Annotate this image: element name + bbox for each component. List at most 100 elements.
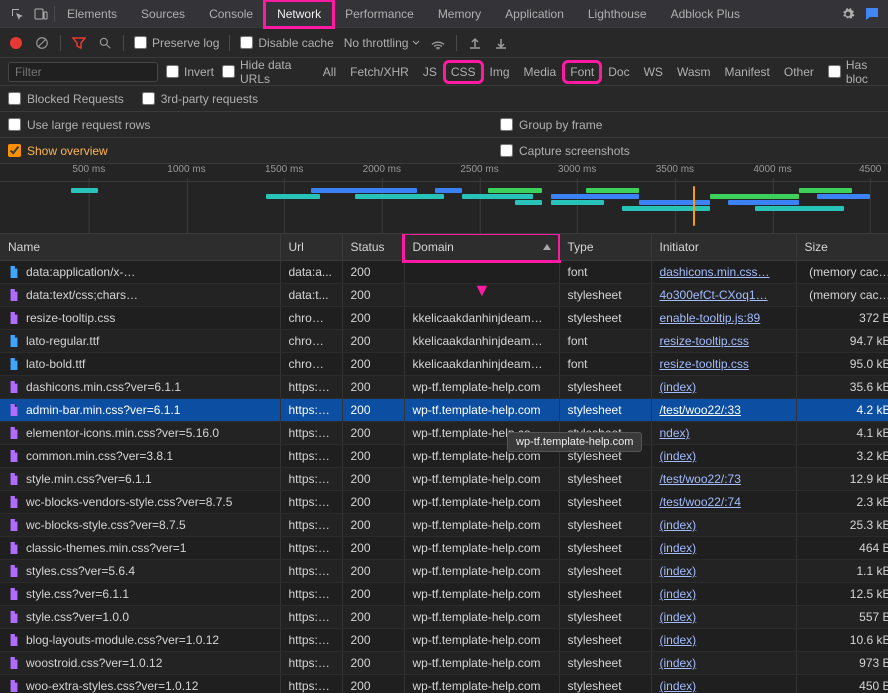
name-cell: wc-blocks-style.css?ver=8.7.5 (8, 518, 272, 532)
type-filter-js[interactable]: JS (417, 62, 443, 82)
initiator-link[interactable]: /test/woo22/:74 (660, 495, 741, 509)
tab-elements[interactable]: Elements (55, 1, 129, 27)
initiator-link[interactable]: (index) (660, 518, 697, 532)
col-type[interactable]: Type (559, 234, 651, 261)
type-filter-media[interactable]: Media (518, 62, 563, 82)
table-row[interactable]: common.min.css?ver=3.8.1https:…200wp-tf.… (0, 445, 888, 468)
type-filter-doc[interactable]: Doc (602, 62, 635, 82)
hide-data-urls-checkbox[interactable]: Hide data URLs (222, 58, 305, 86)
status-cell: 200 (342, 330, 404, 353)
size-cell: 372 B (796, 307, 888, 330)
blocked-requests-checkbox[interactable]: Blocked Requests (8, 92, 124, 106)
tab-application[interactable]: Application (493, 1, 576, 27)
initiator-cell: /test/woo22/:74 (651, 491, 796, 514)
initiator-link[interactable]: /test/woo22/:73 (660, 472, 741, 486)
tab-memory[interactable]: Memory (426, 1, 493, 27)
table-row[interactable]: styles.css?ver=5.6.4https:…200wp-tf.temp… (0, 560, 888, 583)
table-row[interactable]: dashicons.min.css?ver=6.1.1https:…200wp-… (0, 376, 888, 399)
tab-network[interactable]: Network (265, 1, 333, 27)
tab-lighthouse[interactable]: Lighthouse (576, 1, 659, 27)
initiator-link[interactable]: (index) (660, 679, 697, 693)
table-row[interactable]: data:text/css;chars…data:t...200styleshe… (0, 284, 888, 307)
initiator-link[interactable]: resize-tooltip.css (660, 357, 749, 371)
tab-adblock-plus[interactable]: Adblock Plus (659, 1, 752, 27)
type-filter-css[interactable]: CSS (445, 62, 482, 82)
has-blocked-checkbox[interactable]: Has bloc (828, 58, 880, 86)
type-filter-ws[interactable]: WS (638, 62, 669, 82)
settings-icon[interactable] (838, 4, 858, 24)
initiator-link[interactable]: (index) (660, 610, 697, 624)
domain-cell: wp-tf.template-help.com (404, 537, 559, 560)
domain-cell (404, 261, 559, 284)
inspect-element-icon[interactable] (6, 3, 28, 25)
search-icon[interactable] (97, 35, 113, 51)
type-filter-wasm[interactable]: Wasm (671, 62, 717, 82)
table-row[interactable]: style.css?ver=1.0.0https:…200wp-tf.templ… (0, 606, 888, 629)
initiator-link[interactable]: 4o300efCt-CXoq1… (660, 288, 768, 302)
device-toolbar-icon[interactable] (30, 3, 52, 25)
col-url[interactable]: Url (280, 234, 342, 261)
upload-har-icon[interactable] (467, 35, 483, 51)
type-filter-font[interactable]: Font (564, 62, 600, 82)
disable-cache-checkbox[interactable]: Disable cache (240, 36, 333, 50)
status-cell: 200 (342, 629, 404, 652)
initiator-link[interactable]: (index) (660, 380, 697, 394)
filter-toggle-icon[interactable] (71, 35, 87, 51)
col-name[interactable]: Name (0, 234, 280, 261)
network-conditions-icon[interactable] (430, 35, 446, 51)
name-cell: wc-blocks-vendors-style.css?ver=8.7.5 (8, 495, 272, 509)
initiator-link[interactable]: (index) (660, 541, 697, 555)
initiator-link[interactable]: enable-tooltip.js:89 (660, 311, 761, 325)
initiator-link[interactable]: /test/woo22/:33 (660, 403, 741, 417)
table-row[interactable]: wc-blocks-vendors-style.css?ver=8.7.5htt… (0, 491, 888, 514)
type-filter-img[interactable]: Img (484, 62, 516, 82)
table-row[interactable]: data:application/x-…data:a...200fontdash… (0, 261, 888, 284)
invert-checkbox[interactable]: Invert (166, 65, 214, 79)
col-size[interactable]: Size (796, 234, 888, 261)
initiator-link[interactable]: dashicons.min.css… (660, 265, 770, 279)
col-initiator[interactable]: Initiator (651, 234, 796, 261)
record-button[interactable] (8, 35, 24, 51)
initiator-link[interactable]: (index) (660, 656, 697, 670)
table-row[interactable]: lato-regular.ttfchrom…200kkelicaakdanhin… (0, 330, 888, 353)
initiator-link[interactable]: (index) (660, 587, 697, 601)
initiator-link[interactable]: (index) (660, 449, 697, 463)
filter-input[interactable] (8, 62, 158, 82)
table-row[interactable]: lato-bold.ttfchrom…200kkelicaakdanhinjde… (0, 353, 888, 376)
table-row[interactable]: woostroid.css?ver=1.0.12https:…200wp-tf.… (0, 652, 888, 675)
type-filter-manifest[interactable]: Manifest (719, 62, 776, 82)
table-row[interactable]: elementor-icons.min.css?ver=5.16.0https:… (0, 422, 888, 445)
initiator-link[interactable]: (index) (660, 633, 697, 647)
group-by-frame-checkbox[interactable]: Group by frame (500, 118, 880, 132)
throttling-select[interactable]: No throttling (344, 36, 421, 50)
col-status[interactable]: Status (342, 234, 404, 261)
col-domain[interactable]: Domain (404, 234, 559, 261)
initiator-link[interactable]: ndex) (660, 426, 690, 440)
table-row[interactable]: wc-blocks-style.css?ver=8.7.5https:…200w… (0, 514, 888, 537)
initiator-link[interactable]: (index) (660, 564, 697, 578)
table-row[interactable]: resize-tooltip.csschrom…200kkelicaakdanh… (0, 307, 888, 330)
type-filter-other[interactable]: Other (778, 62, 820, 82)
preserve-log-checkbox[interactable]: Preserve log (134, 36, 219, 50)
initiator-link[interactable]: resize-tooltip.css (660, 334, 749, 348)
table-row[interactable]: style.css?ver=6.1.1https:…200wp-tf.templ… (0, 583, 888, 606)
show-overview-checkbox[interactable]: Show overview (8, 144, 108, 158)
table-row[interactable]: blog-layouts-module.css?ver=1.0.12https:… (0, 629, 888, 652)
overview-timeline[interactable]: 500 ms1000 ms1500 ms2000 ms2500 ms3000 m… (0, 164, 888, 234)
clear-button[interactable] (34, 35, 50, 51)
type-filter-fetch-xhr[interactable]: Fetch/XHR (344, 62, 415, 82)
type-cell: stylesheet (559, 399, 651, 422)
large-rows-checkbox[interactable]: Use large request rows (8, 118, 150, 132)
capture-screenshots-checkbox[interactable]: Capture screenshots (500, 144, 880, 158)
type-filter-all[interactable]: All (317, 62, 342, 82)
table-row[interactable]: classic-themes.min.css?ver=1https:…200wp… (0, 537, 888, 560)
third-party-requests-checkbox[interactable]: 3rd-party requests (142, 92, 258, 106)
tab-sources[interactable]: Sources (129, 1, 197, 27)
download-har-icon[interactable] (493, 35, 509, 51)
table-row[interactable]: style.min.css?ver=6.1.1https:…200wp-tf.t… (0, 468, 888, 491)
table-row[interactable]: admin-bar.min.css?ver=6.1.1https:…200wp-… (0, 399, 888, 422)
feedback-icon[interactable] (862, 4, 882, 24)
tab-console[interactable]: Console (197, 1, 265, 27)
table-row[interactable]: woo-extra-styles.css?ver=1.0.12https:…20… (0, 675, 888, 693)
tab-performance[interactable]: Performance (333, 1, 426, 27)
